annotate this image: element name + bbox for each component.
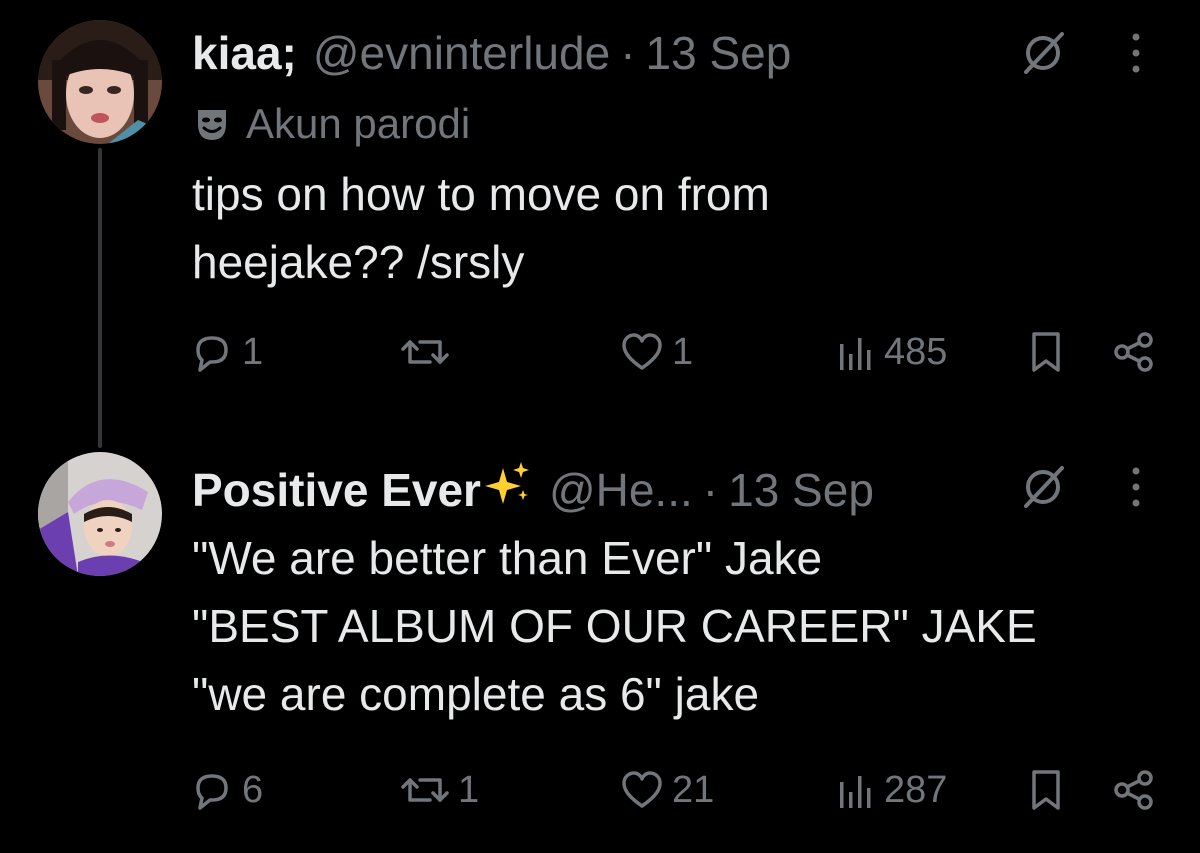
bookmark-button[interactable] <box>1026 330 1066 374</box>
avatar[interactable] <box>38 20 162 144</box>
repost-button[interactable]: 1 <box>400 768 479 812</box>
tweet-header: Positive Ever @He... · 13 Sep <box>192 460 874 517</box>
bookmark-button[interactable] <box>1026 768 1066 812</box>
tweet-actions: 6 1 21 287 <box>190 768 1160 818</box>
repost-icon <box>401 340 449 364</box>
reply-button[interactable]: 6 <box>190 768 263 812</box>
tweet-date[interactable]: 13 Sep <box>646 26 792 80</box>
repost-icon <box>401 778 449 802</box>
reply-count: 6 <box>242 768 264 811</box>
share-button[interactable] <box>1112 330 1156 374</box>
tweet-text: tips on how to move on from heejake?? /s… <box>192 168 770 288</box>
share-icon <box>1114 332 1153 372</box>
more-options-icon[interactable] <box>1128 464 1144 510</box>
repost-button[interactable] <box>400 330 458 374</box>
like-count: 21 <box>672 768 715 811</box>
user-handle[interactable]: @He... <box>549 463 693 517</box>
parody-label-text: Akun parodi <box>246 100 471 147</box>
separator-dot: · <box>620 27 636 79</box>
view-count: 485 <box>884 330 948 373</box>
parody-account-label: Akun parodi <box>192 100 470 148</box>
view-count: 287 <box>884 768 948 811</box>
share-icon <box>1114 770 1153 810</box>
like-button[interactable]: 21 <box>620 768 714 812</box>
bookmark-icon <box>1032 332 1060 372</box>
analytics-icon <box>840 776 871 808</box>
tweet-header: kiaa; @evninterlude · 13 Sep <box>192 26 791 80</box>
share-button[interactable] <box>1112 768 1156 812</box>
tweet-date[interactable]: 13 Sep <box>728 463 874 517</box>
views-button[interactable]: 485 <box>836 330 947 374</box>
tweet-text: "We are better than Ever" Jake "BEST ALB… <box>192 532 1037 720</box>
grok-icon[interactable] <box>1020 30 1066 76</box>
tweet-2[interactable]: Positive Ever @He... · 13 Sep "We are be… <box>0 430 1200 853</box>
like-button[interactable]: 1 <box>620 330 693 374</box>
avatar[interactable] <box>38 452 162 576</box>
like-count: 1 <box>672 330 694 373</box>
tweet-1[interactable]: kiaa; @evninterlude · 13 Sep Akun parodi… <box>0 0 1200 430</box>
repost-count: 1 <box>458 768 480 811</box>
display-name[interactable]: Positive Ever <box>192 463 481 517</box>
grok-icon[interactable] <box>1020 464 1066 510</box>
more-options-icon[interactable] <box>1128 30 1144 76</box>
user-handle[interactable]: @evninterlude <box>313 26 610 80</box>
bookmark-icon <box>1032 770 1060 810</box>
reply-button[interactable]: 1 <box>190 330 263 374</box>
display-name[interactable]: kiaa; <box>192 26 297 80</box>
reply-count: 1 <box>242 330 264 373</box>
tweet-actions: 1 1 485 <box>190 330 1160 380</box>
heart-icon <box>622 333 662 370</box>
parody-mask-icon <box>198 110 226 140</box>
reply-icon <box>196 774 228 810</box>
reply-icon <box>196 336 228 372</box>
separator-dot: · <box>702 464 719 516</box>
views-button[interactable]: 287 <box>836 768 947 812</box>
sparkles-icon <box>484 462 529 504</box>
analytics-icon <box>840 338 871 370</box>
heart-icon <box>622 771 662 808</box>
